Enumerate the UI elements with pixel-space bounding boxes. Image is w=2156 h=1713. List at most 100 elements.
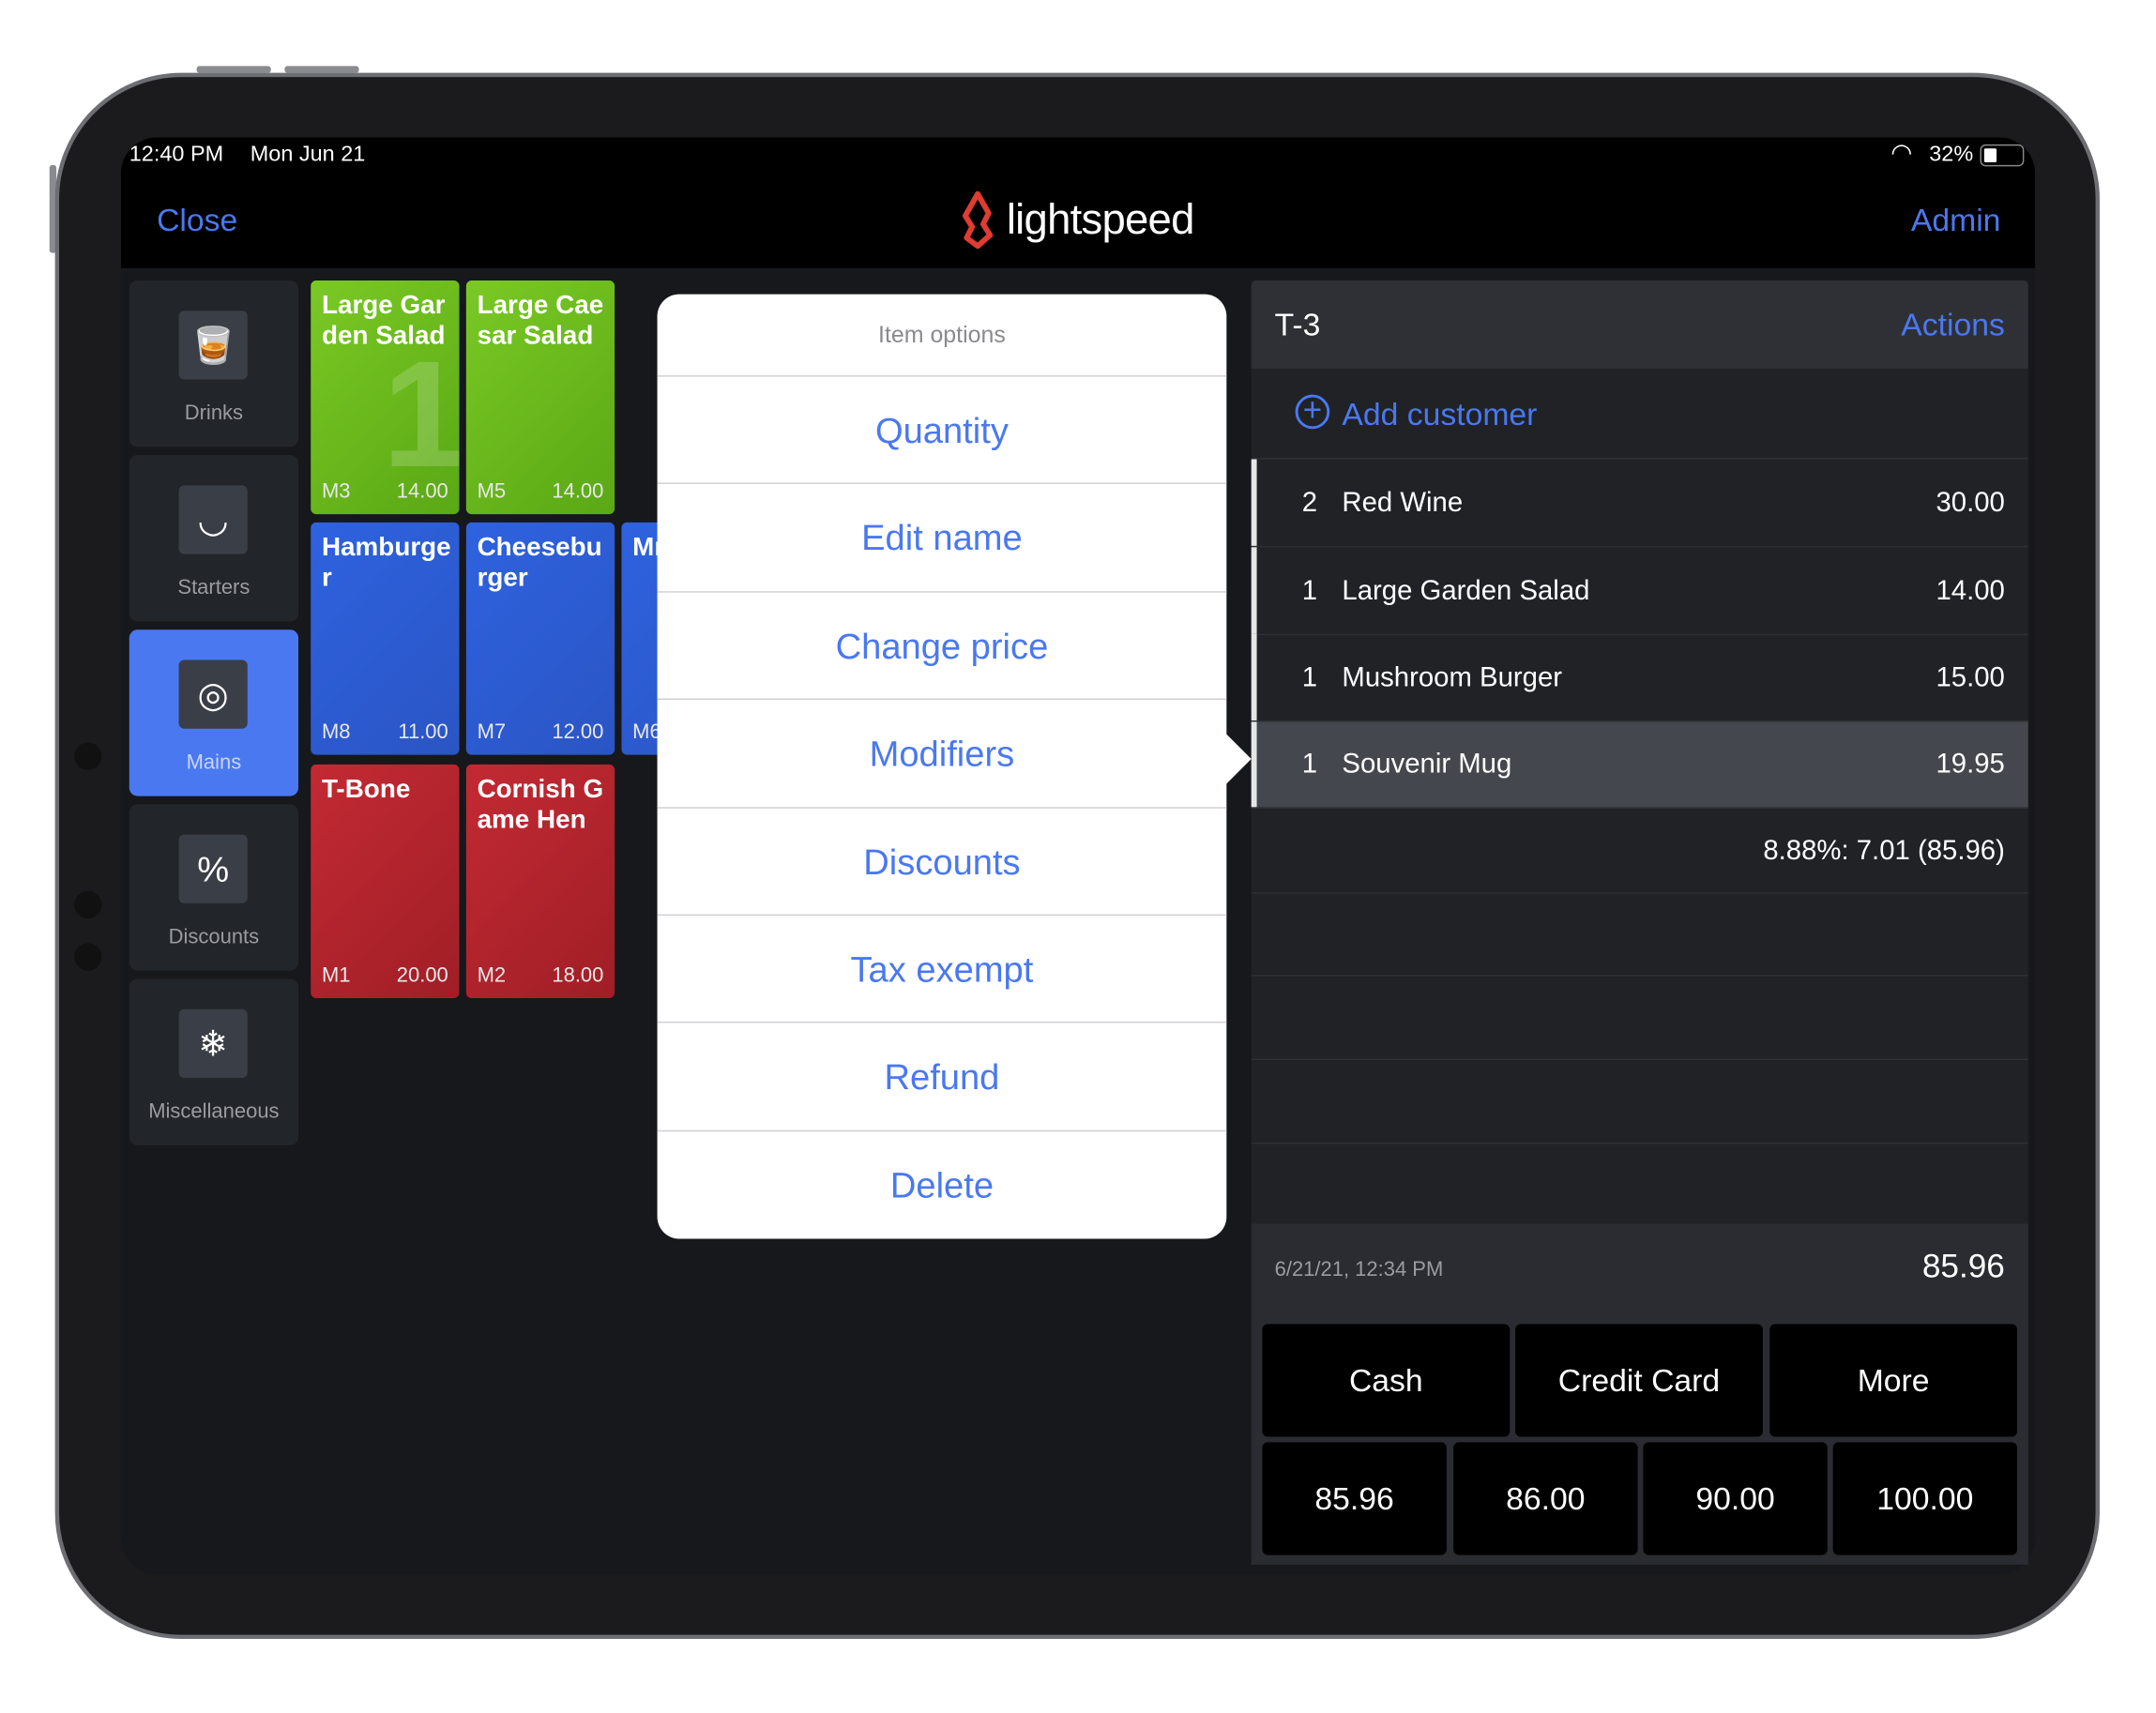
pay-more-button[interactable]: More	[1769, 1324, 2018, 1437]
item-qty: 1	[1301, 576, 1318, 607]
actions-button[interactable]: Actions	[1901, 307, 2005, 344]
quick-amount-button[interactable]: 100.00	[1832, 1442, 2018, 1555]
quick-amount-button[interactable]: 86.00	[1453, 1442, 1638, 1555]
empty-row	[1251, 977, 2028, 1060]
camera	[74, 890, 102, 919]
lightspeed-logo: lightspeed	[957, 190, 1194, 250]
tile-price: 11.00	[398, 720, 448, 744]
empty-row	[1251, 1060, 2028, 1145]
tax-row: 8.88%: 7.01 (85.96)	[1251, 809, 2028, 894]
option-change-price[interactable]: Change price	[657, 592, 1227, 701]
item-price: 14.00	[1936, 576, 2005, 607]
sidebar-item-starters[interactable]: ◡ Starters	[129, 455, 299, 622]
admin-button[interactable]: Admin	[1911, 202, 2001, 239]
option-discounts[interactable]: Discounts	[657, 808, 1227, 917]
sidebar-item-drinks[interactable]: 🥃 Drinks	[129, 280, 299, 447]
add-customer-button[interactable]: + Add customer	[1251, 369, 2028, 460]
line-indicator	[1251, 633, 1257, 720]
menu-tile-cheeseburger[interactable]: Cheeseburger M7 12.00	[465, 522, 615, 755]
item-price: 30.00	[1936, 488, 2005, 519]
option-refund[interactable]: Refund	[657, 1023, 1227, 1131]
pay-credit-card-button[interactable]: Credit Card	[1515, 1324, 1763, 1437]
sidebar-item-label: Drinks	[184, 401, 244, 425]
sidebar-item-label: Discounts	[168, 925, 260, 949]
plate-icon: ◎	[178, 659, 248, 729]
tile-code: M5	[477, 479, 507, 504]
plus-circle-icon: +	[1295, 394, 1330, 430]
option-modifiers[interactable]: Modifiers	[657, 700, 1227, 809]
nav-bar: Close lightspeed Admin	[120, 172, 2036, 268]
tile-name: T-Bone	[321, 775, 411, 805]
item-price: 15.00	[1936, 662, 2005, 693]
item-name: Red Wine	[1342, 488, 1464, 519]
pay-cash-button[interactable]: Cash	[1262, 1324, 1511, 1437]
add-customer-label: Add customer	[1342, 396, 1538, 432]
menu-tile-hamburger[interactable]: Hamburger M8 11.00	[311, 522, 460, 755]
order-timestamp: 6/21/21, 12:34 PM	[1274, 1258, 1444, 1281]
quick-amount-button[interactable]: 90.00	[1643, 1442, 1828, 1555]
item-price: 19.95	[1936, 749, 2005, 780]
tile-price: 14.00	[552, 479, 604, 504]
snowflake-icon: ❄	[178, 1008, 248, 1079]
tile-name: Hamburger	[321, 533, 451, 593]
item-name: Mushroom Burger	[1342, 662, 1563, 693]
tax-summary: 8.88%: 7.01 (85.96)	[1763, 836, 2005, 867]
sidebar-item-discounts[interactable]: % Discounts	[129, 804, 299, 971]
tile-code: M8	[321, 720, 351, 744]
item-qty: 2	[1301, 488, 1318, 519]
menu-tile-large-caesar-salad[interactable]: Large Caesar Salad M5 14.00	[465, 280, 615, 515]
item-name: Souvenir Mug	[1342, 749, 1512, 780]
close-button[interactable]: Close	[157, 202, 237, 239]
status-time: 12:40 PM	[129, 143, 224, 167]
tile-price: 18.00	[552, 963, 604, 988]
item-options-popover: Item options Quantity Edit name Change pri…	[657, 294, 1227, 1239]
quick-amount-button[interactable]: 85.96	[1262, 1442, 1447, 1555]
menu-tile-cornish-game-hen[interactable]: Cornish Game Hen M2 18.00	[465, 764, 615, 999]
order-line-item[interactable]: 1 Large Garden Salad 14.00	[1251, 547, 2028, 636]
empty-row	[1251, 894, 2028, 977]
item-qty: 1	[1301, 662, 1318, 693]
option-quantity[interactable]: Quantity	[657, 377, 1227, 485]
order-line-item[interactable]: 2 Red Wine 30.00	[1251, 459, 2028, 548]
order-line-item[interactable]: 1 Souvenir Mug 19.95	[1251, 721, 2028, 809]
menu-tile-large-garden-salad[interactable]: 1 Large Garden Salad M3 14.00	[311, 280, 460, 515]
tile-name: Cornish Game Hen	[477, 775, 604, 835]
tile-price: 20.00	[396, 963, 448, 988]
camera	[74, 742, 102, 770]
option-edit-name[interactable]: Edit name	[657, 484, 1227, 593]
order-line-item[interactable]: 1 Mushroom Burger 15.00	[1251, 633, 2028, 722]
line-indicator	[1251, 459, 1257, 546]
line-indicator	[1251, 547, 1257, 634]
tile-code: M7	[477, 720, 507, 744]
salad-bowl-icon: ◡	[178, 485, 248, 554]
sidebar-item-miscellaneous[interactable]: ❄ Miscellaneous	[129, 978, 299, 1145]
flame-icon	[962, 190, 994, 250]
tile-code: M2	[477, 963, 507, 988]
battery-percent: 32%	[1929, 143, 1974, 167]
sidebar-item-label: Miscellaneous	[148, 1099, 280, 1124]
tile-price: 14.00	[396, 479, 448, 504]
tile-name: Cheeseburger	[477, 533, 602, 593]
option-tax-exempt[interactable]: Tax exempt	[657, 916, 1227, 1023]
count-badge: 1	[382, 329, 460, 500]
order-header: T-3 Actions	[1251, 280, 2028, 369]
popover-title: Item options	[657, 295, 1227, 377]
option-delete[interactable]: Delete	[658, 1131, 1227, 1239]
sidebar-item-label: Starters	[177, 576, 251, 600]
popover-arrow	[1223, 731, 1252, 787]
status-bar: 12:40 PM Mon Jun 21 ◠ 32%	[120, 137, 2036, 174]
order-total: 85.96	[1921, 1248, 2005, 1286]
wifi-icon: ◠	[1890, 139, 1913, 167]
tile-name: Large Caesar Salad	[477, 291, 604, 351]
tile-price: 12.00	[552, 720, 604, 744]
menu-tile-t-bone[interactable]: T-Bone M1 20.00	[311, 764, 460, 999]
drinks-icon: 🥃	[178, 311, 248, 380]
tile-name: Large Garden Salad	[321, 291, 446, 351]
sidebar-item-mains[interactable]: ◎ Mains	[129, 629, 299, 796]
battery-icon	[1980, 144, 2025, 167]
order-panel: T-3 Actions + Add customer 2 Red Wine 30…	[1251, 280, 2028, 1565]
line-indicator	[1251, 721, 1257, 808]
item-name: Large Garden Salad	[1342, 576, 1590, 607]
camera	[74, 943, 102, 971]
item-qty: 1	[1301, 749, 1318, 780]
